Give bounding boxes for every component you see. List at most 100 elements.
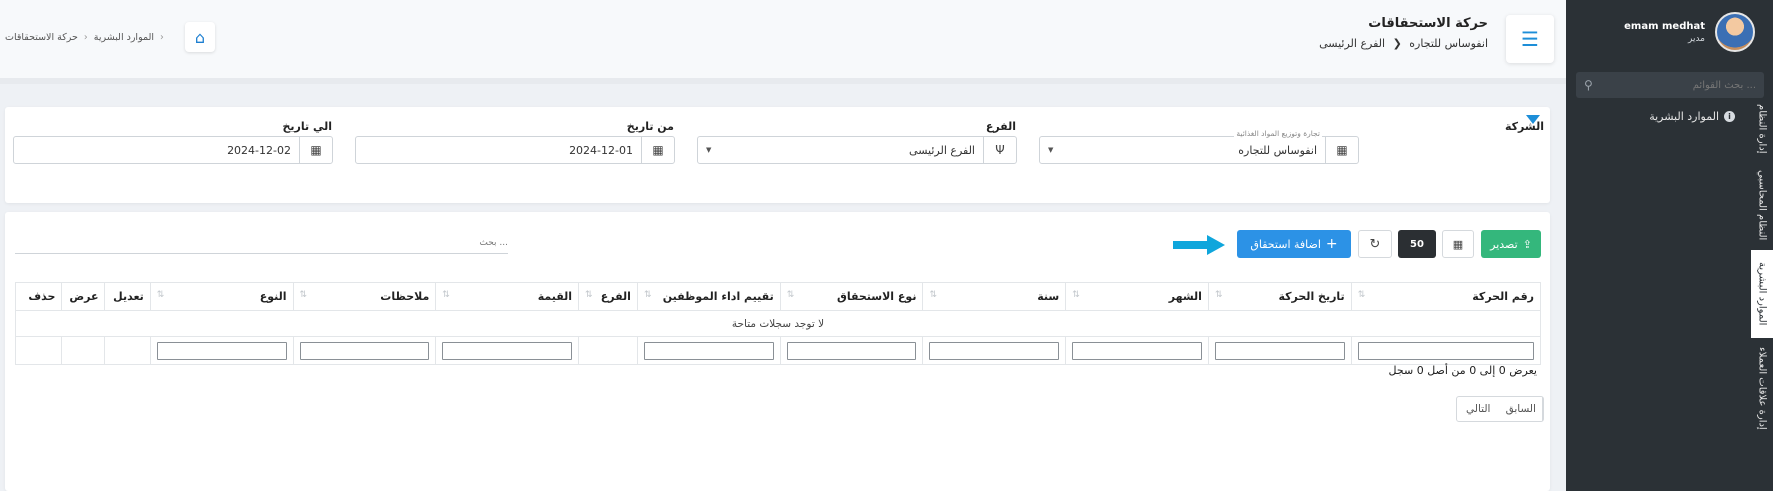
filter-panel: الشركة تجارة وتوزيع المواد الغذائية ▦ ان… bbox=[5, 107, 1550, 203]
calendar-icon[interactable]: ▦ bbox=[641, 137, 674, 163]
tab-crm[interactable]: إدارة علاقات العملاء bbox=[1751, 338, 1773, 438]
sort-icon: ⇅ bbox=[299, 290, 308, 300]
from-date-value: 2024-12-01 bbox=[569, 143, 633, 157]
home-button[interactable]: ⌂ bbox=[185, 22, 215, 52]
sort-icon: ⇅ bbox=[442, 290, 450, 300]
filter-year-input[interactable] bbox=[929, 341, 1060, 360]
sidebar-item-hr[interactable]: الموارد البشرية i bbox=[1649, 110, 1735, 123]
col-notes[interactable]: ملاحظات ⇅ bbox=[292, 282, 437, 311]
col-delete: حذف bbox=[14, 282, 63, 311]
filter-type-input[interactable] bbox=[156, 341, 287, 360]
table-header-row: حذف عرض تعديل النوع ⇅ ملاحظات ⇅ القيمة ⇅ ال… bbox=[14, 282, 1542, 311]
user-profile[interactable]: emam medhat مدير bbox=[1624, 12, 1755, 52]
add-entitlement-label: اضافة استحقاق bbox=[1250, 237, 1321, 251]
col-movement-number[interactable]: رقم الحركة ⇅ bbox=[1350, 282, 1542, 311]
from-date-field[interactable]: ▦ 2024-12-01 bbox=[355, 136, 675, 164]
sort-icon: ⇅ bbox=[929, 290, 937, 300]
page-size-button[interactable]: 50 bbox=[1398, 230, 1436, 258]
user-info: emam medhat مدير bbox=[1624, 21, 1705, 44]
sort-icon: ⇅ bbox=[585, 290, 593, 300]
branch-select[interactable]: Ψ الفرع الرئيسى ▼ bbox=[697, 136, 1017, 164]
menu-toggle-button[interactable]: ☰ bbox=[1506, 15, 1554, 63]
records-info: يعرض 0 إلى 0 من أصل 0 سجل bbox=[1388, 364, 1537, 377]
sort-icon: ⇅ bbox=[1072, 290, 1080, 300]
chevron-left-icon: ❮ bbox=[1392, 37, 1402, 50]
col-movement-date[interactable]: تاريخ الحركة ⇅ bbox=[1207, 282, 1352, 311]
empty-row: لا توجد سجلات متاحة bbox=[15, 310, 1541, 337]
branch-label: الفرع bbox=[985, 120, 1016, 133]
avatar[interactable] bbox=[1715, 12, 1755, 52]
company-label: الشركة bbox=[1504, 120, 1544, 133]
branch-name[interactable]: الفرع الرئيسى bbox=[1319, 37, 1385, 50]
from-date-label: من تاريخ bbox=[626, 120, 674, 133]
info-icon: i bbox=[1724, 111, 1735, 122]
chevron-icon: ‹ bbox=[83, 32, 88, 43]
filter-month-input[interactable] bbox=[1072, 341, 1202, 360]
company-select-value: انفوساس للتجاره bbox=[1238, 143, 1317, 157]
sidebar-search-input[interactable] bbox=[1592, 79, 1756, 91]
company-name[interactable]: انفوساس للتجاره bbox=[1409, 37, 1488, 50]
filter-movement-number-input[interactable] bbox=[1357, 341, 1534, 360]
sidebar: emam medhat مدير ⚲ الموارد البشرية i إدا… bbox=[1566, 0, 1773, 491]
col-year[interactable]: سنة ⇅ bbox=[922, 282, 1067, 311]
col-branch[interactable]: الفرع ⇅ bbox=[578, 282, 638, 311]
search-icon[interactable]: ⚲ bbox=[1584, 78, 1593, 92]
page-header: ☰ حركة الاستحقاقات انفوساس للتجاره ❮ الف… bbox=[0, 0, 1566, 84]
chevron-icon: ‹ bbox=[160, 32, 164, 43]
tab-hr[interactable]: الموارد البشرية bbox=[1751, 250, 1773, 338]
sort-icon: ⇅ bbox=[1214, 290, 1223, 300]
user-name: emam medhat bbox=[1624, 20, 1705, 32]
filter-movement-date-input[interactable] bbox=[1214, 341, 1345, 360]
plus-icon: + bbox=[1325, 236, 1338, 252]
arrow-right-icon bbox=[1173, 235, 1225, 255]
sort-icon: ⇅ bbox=[156, 290, 165, 300]
company-select[interactable]: تجارة وتوزيع المواد الغذائية ▦ انفوساس ل… bbox=[1039, 129, 1359, 164]
empty-message: لا توجد سجلات متاحة bbox=[15, 310, 1541, 337]
calendar-icon[interactable]: ▦ bbox=[299, 137, 332, 163]
table-search-input[interactable] bbox=[15, 232, 508, 253]
breadcrumb-item-hr[interactable]: الموارد البشرية bbox=[94, 32, 154, 43]
records-card: تصدير ⇪ ▦ 50 ↻ اضافة استحقاق + حذف عرض ت… bbox=[5, 212, 1550, 491]
sort-icon: ⇅ bbox=[786, 290, 795, 300]
export-button[interactable]: تصدير ⇪ bbox=[1481, 230, 1541, 258]
refresh-button[interactable]: ↻ bbox=[1358, 230, 1392, 258]
filter-row bbox=[14, 336, 1542, 365]
list-icon: ☰ bbox=[1521, 27, 1539, 51]
col-edit: تعديل bbox=[104, 282, 151, 311]
refresh-icon: ↻ bbox=[1369, 236, 1381, 252]
col-month[interactable]: الشهر ⇅ bbox=[1065, 282, 1209, 311]
filter-value-input[interactable] bbox=[442, 341, 573, 360]
col-entitlement-type[interactable]: نوع الاستحقاق ⇅ bbox=[779, 282, 924, 311]
col-type[interactable]: النوع ⇅ bbox=[149, 282, 294, 311]
home-icon: ⌂ bbox=[194, 27, 206, 47]
col-performance[interactable]: تقييم اداء الموظفين ⇅ bbox=[636, 282, 781, 311]
tab-system-admin[interactable]: إدارة النظام bbox=[1751, 98, 1773, 160]
caret-down-icon: ▼ bbox=[706, 146, 712, 154]
sort-icon: ⇅ bbox=[643, 290, 652, 300]
add-entitlement-button[interactable]: اضافة استحقاق + bbox=[1237, 230, 1351, 258]
prev-page-button[interactable]: السابق bbox=[1500, 397, 1543, 421]
filter-notes-input[interactable] bbox=[299, 341, 430, 360]
export-label: تصدير bbox=[1490, 237, 1518, 251]
columns-button[interactable]: ▦ bbox=[1442, 230, 1474, 258]
page-title: حركة الاستحقاقات bbox=[1368, 16, 1488, 31]
sort-icon: ⇅ bbox=[1357, 290, 1366, 300]
col-value[interactable]: القيمة ⇅ bbox=[435, 282, 580, 311]
upload-icon: ⇪ bbox=[1522, 237, 1532, 251]
title-block: حركة الاستحقاقات انفوساس للتجاره ❮ الفرع… bbox=[1319, 16, 1488, 50]
to-date-value: 2024-12-02 bbox=[227, 143, 291, 157]
filter-entitlement-type-input[interactable] bbox=[786, 341, 917, 360]
filter-performance-input[interactable] bbox=[643, 341, 774, 360]
to-date-field[interactable]: ▦ 2024-12-02 bbox=[13, 136, 333, 164]
company-hint: تجارة وتوزيع المواد الغذائية bbox=[1234, 129, 1322, 138]
table-icon: ▦ bbox=[1452, 237, 1464, 251]
breadcrumb: ‹ الموارد البشرية ‹ حركة الاستحقاقات bbox=[5, 32, 167, 43]
caret-down-icon: ▼ bbox=[1048, 146, 1054, 154]
next-page-button[interactable]: التالي bbox=[1457, 397, 1500, 421]
user-role: مدير bbox=[1687, 33, 1705, 44]
table-search bbox=[15, 232, 508, 254]
breadcrumb-item-current: حركة الاستحقاقات bbox=[5, 32, 78, 43]
records-table: حذف عرض تعديل النوع ⇅ ملاحظات ⇅ القيمة ⇅ ال… bbox=[14, 282, 1542, 365]
company-branch: انفوساس للتجاره ❮ الفرع الرئيسى bbox=[1319, 37, 1488, 50]
tab-accounting[interactable]: النظام المحاسبي bbox=[1751, 160, 1773, 250]
